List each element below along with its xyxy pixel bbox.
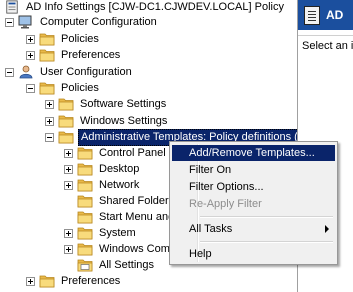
tree-label-network: Network — [99, 178, 140, 191]
tree-label-cc-preferences: Preferences — [61, 48, 121, 61]
expand-toggle[interactable] — [26, 34, 35, 44]
collapse-toggle[interactable] — [5, 17, 14, 27]
folder-icon — [77, 242, 93, 256]
tree-item-all-settings[interactable]: All Settings — [64, 257, 156, 273]
all-settings-icon — [77, 258, 93, 272]
tree-item-start-menu[interactable]: Start Menu and — [64, 209, 176, 225]
expand-toggle[interactable] — [26, 276, 35, 286]
folder-icon — [39, 48, 55, 62]
folder-icon — [77, 226, 93, 240]
tree-label-start-menu: Start Menu and — [99, 210, 175, 223]
menu-item-filter-on[interactable]: Filter On — [172, 162, 335, 178]
collapse-toggle[interactable] — [5, 67, 14, 77]
tree-item-computer-configuration[interactable]: Computer Configuration — [5, 14, 159, 30]
tree-item-system[interactable]: System — [64, 225, 138, 241]
tree-item-shared-folders[interactable]: Shared Folders — [64, 193, 176, 209]
folder-icon — [77, 194, 93, 208]
tree-item-user-configuration[interactable]: User Configuration — [5, 64, 134, 80]
expand-toggle[interactable] — [64, 148, 73, 158]
document-icon — [304, 6, 320, 25]
menu-item-all-tasks-label: All Tasks — [189, 223, 233, 235]
tree-label-control-panel: Control Panel — [99, 146, 166, 159]
collapse-toggle[interactable] — [26, 83, 35, 93]
menu-item-help[interactable]: Help — [172, 246, 335, 262]
tree-item-uc-policies[interactable]: Policies — [26, 80, 101, 96]
details-header: AD — [298, 0, 353, 30]
context-menu[interactable]: Add/Remove Templates... Filter On Filter… — [169, 141, 338, 265]
folder-icon — [58, 130, 74, 144]
expand-toggle[interactable] — [26, 50, 35, 60]
tree-label-windows-settings: Windows Settings — [80, 114, 168, 127]
tree-item-software-settings[interactable]: Software Settings — [45, 96, 168, 112]
tree-label-all-settings: All Settings — [99, 258, 155, 271]
folder-icon — [77, 162, 93, 176]
tree-label-uc-preferences: Preferences — [61, 274, 121, 287]
tree-label-system: System — [99, 226, 136, 239]
tree-label-software-settings: Software Settings — [80, 97, 167, 110]
tree-item-control-panel[interactable]: Control Panel — [64, 145, 168, 161]
tree-item-root[interactable]: AD Info Settings [CJW-DC1.CJWDEV.LOCAL] … — [4, 0, 286, 15]
folder-icon — [39, 81, 55, 95]
menu-item-add-remove-templates[interactable]: Add/Remove Templates... — [172, 145, 335, 161]
folder-icon — [77, 178, 93, 192]
tree-label-windows-components: Windows Comp — [99, 242, 177, 255]
tree-item-windows-settings[interactable]: Windows Settings — [45, 113, 169, 129]
user-icon — [18, 65, 34, 79]
computer-icon — [18, 15, 34, 29]
expand-toggle[interactable] — [64, 164, 73, 174]
tree-label-user-configuration: User Configuration — [40, 65, 132, 78]
tree-item-windows-components[interactable]: Windows Comp — [64, 241, 178, 257]
menu-item-reapply-filter[interactable]: Re-Apply Filter — [172, 196, 335, 212]
folder-icon — [77, 146, 93, 160]
folder-icon — [39, 32, 55, 46]
tree-item-cc-preferences[interactable]: Preferences — [26, 47, 122, 63]
tree-label-computer-configuration: Computer Configuration — [40, 15, 157, 28]
policy-icon — [4, 0, 20, 14]
divider — [298, 35, 353, 36]
expand-toggle[interactable] — [64, 228, 73, 238]
folder-icon — [58, 114, 74, 128]
menu-separator — [200, 216, 333, 218]
tree-item-uc-preferences[interactable]: Preferences — [26, 273, 122, 289]
tree-label-desktop: Desktop — [99, 162, 140, 175]
submenu-arrow-icon — [325, 225, 329, 233]
menu-item-filter-options[interactable]: Filter Options... — [172, 179, 335, 195]
collapse-toggle[interactable] — [45, 132, 54, 142]
folder-icon — [39, 274, 55, 288]
menu-separator — [200, 241, 333, 243]
expand-toggle[interactable] — [45, 99, 54, 109]
expand-toggle[interactable] — [64, 180, 73, 190]
tree-item-cc-policies[interactable]: Policies — [26, 31, 101, 47]
tree-item-network[interactable]: Network — [64, 177, 141, 193]
details-body-text: Select an i — [302, 40, 353, 52]
expand-toggle[interactable] — [64, 244, 73, 254]
tree-item-desktop[interactable]: Desktop — [64, 161, 141, 177]
folder-icon — [77, 210, 93, 224]
tree-label-shared-folders: Shared Folders — [99, 194, 175, 207]
details-header-title: AD — [326, 8, 344, 22]
expand-toggle[interactable] — [45, 116, 54, 126]
tree-label-cc-policies: Policies — [61, 32, 99, 45]
tree-label-root: AD Info Settings [CJW-DC1.CJWDEV.LOCAL] … — [26, 0, 284, 13]
folder-icon — [58, 97, 74, 111]
tree-label-uc-policies: Policies — [61, 81, 99, 94]
menu-item-all-tasks[interactable]: All Tasks — [172, 221, 335, 237]
